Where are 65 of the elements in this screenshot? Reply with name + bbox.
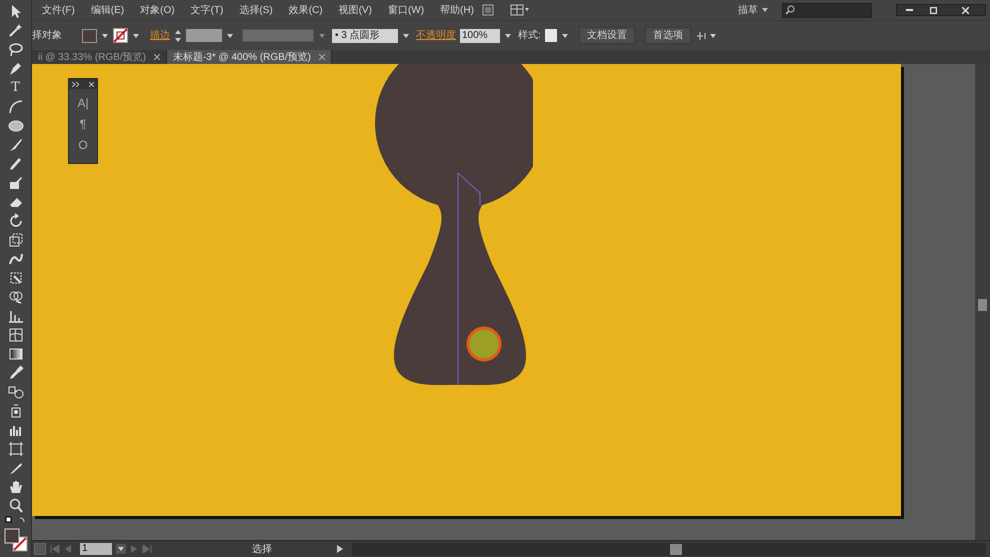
style-swatch[interactable] bbox=[544, 29, 557, 42]
document-tab[interactable]: 未标题-3* @ 400% (RGB/预览) bbox=[166, 50, 332, 64]
horizontal-scrollbar[interactable] bbox=[352, 542, 986, 556]
menu-item[interactable]: 效果(C) bbox=[280, 2, 331, 18]
menu-item[interactable]: 对象(O) bbox=[132, 2, 183, 18]
dropdown-icon[interactable] bbox=[116, 544, 126, 554]
artboard-icon[interactable] bbox=[6, 440, 24, 458]
arc-icon[interactable] bbox=[6, 98, 24, 116]
page-field[interactable]: 1 bbox=[80, 543, 112, 555]
screen-mode-icon[interactable] bbox=[482, 4, 494, 16]
style-label: 样式: bbox=[518, 28, 541, 43]
scale-icon[interactable] bbox=[6, 231, 24, 249]
status-menu-icon[interactable] bbox=[336, 545, 344, 553]
brush-field[interactable]: • 3 点圆形 bbox=[332, 28, 398, 42]
dropdown-icon[interactable] bbox=[402, 32, 410, 40]
stroke-weight-field[interactable] bbox=[186, 29, 222, 42]
arrange-documents-icon[interactable] bbox=[510, 4, 530, 16]
dropdown-icon[interactable] bbox=[318, 32, 326, 40]
close-icon[interactable] bbox=[89, 82, 94, 86]
opacity-field[interactable]: 100% bbox=[460, 28, 500, 42]
menu-item[interactable]: 帮助(H) bbox=[432, 2, 482, 18]
fill-stroke-swatches[interactable] bbox=[4, 528, 28, 552]
dropdown-icon[interactable] bbox=[226, 32, 234, 40]
search-field[interactable] bbox=[782, 2, 872, 18]
status-tool-label: 选择 bbox=[252, 542, 273, 556]
toolbar-button[interactable]: 文档设置 bbox=[578, 27, 635, 44]
toolbar-button[interactable]: 首选项 bbox=[644, 27, 691, 44]
close-icon[interactable] bbox=[154, 54, 160, 60]
profile-field[interactable] bbox=[242, 29, 314, 42]
dropdown-icon[interactable] bbox=[132, 32, 140, 40]
opacity-link[interactable]: 不透明度 bbox=[416, 28, 456, 43]
lasso-icon[interactable] bbox=[6, 41, 24, 59]
stroke-link[interactable]: 描边 bbox=[150, 28, 170, 43]
panel-button[interactable]: ¶ bbox=[80, 116, 86, 132]
minimize-icon bbox=[906, 9, 912, 11]
menu-item[interactable]: 选择(S) bbox=[231, 2, 281, 18]
close-icon bbox=[962, 6, 968, 14]
arrange-icon[interactable] bbox=[694, 30, 717, 42]
caret-icon bbox=[762, 8, 768, 12]
menu-item[interactable]: 编辑(E) bbox=[82, 2, 132, 18]
collapse-icon[interactable] bbox=[72, 82, 79, 86]
search-icon bbox=[785, 5, 795, 15]
dropdown-icon[interactable] bbox=[504, 32, 512, 40]
menu-item[interactable]: 文字(T) bbox=[182, 2, 232, 18]
vertical-scrollbar[interactable] bbox=[975, 64, 990, 540]
stroke-none-swatch[interactable] bbox=[113, 28, 128, 43]
mesh-icon[interactable] bbox=[6, 326, 24, 344]
scroll-thumb[interactable] bbox=[670, 544, 682, 554]
menu-item[interactable]: 窗口(W) bbox=[380, 2, 432, 18]
stepper-icon[interactable] bbox=[174, 28, 182, 42]
menu-item[interactable]: 视图(V) bbox=[330, 2, 380, 18]
dropdown-icon[interactable] bbox=[560, 32, 569, 40]
selection-label: 择对象 bbox=[32, 28, 63, 43]
fill-swatch[interactable] bbox=[82, 28, 97, 42]
workspace-switcher[interactable]: 描草 bbox=[738, 2, 758, 18]
panel-button[interactable]: O bbox=[78, 137, 88, 153]
tab-label: ii @ 33.33% (RGB/预览) bbox=[38, 50, 146, 64]
maximize-icon bbox=[930, 6, 936, 14]
tab-label: 未标题-3* @ 400% (RGB/预览) bbox=[172, 50, 311, 64]
menu-item[interactable]: 文件(F) bbox=[34, 2, 83, 18]
panel-button[interactable]: A| bbox=[77, 95, 89, 111]
close-icon[interactable] bbox=[318, 54, 325, 60]
scroll-thumb[interactable] bbox=[978, 299, 987, 311]
type-tool[interactable]: T bbox=[11, 79, 20, 97]
dropdown-icon[interactable] bbox=[101, 32, 109, 40]
